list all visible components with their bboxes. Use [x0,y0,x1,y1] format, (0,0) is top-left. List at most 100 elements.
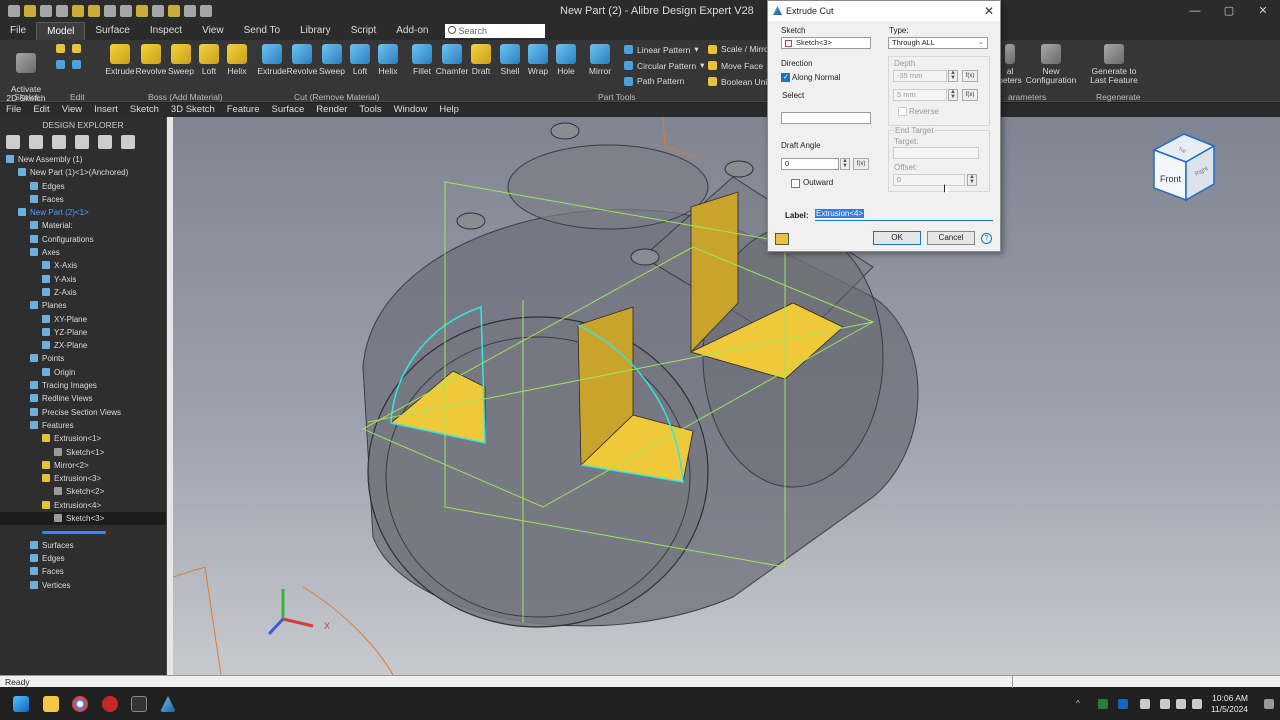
redo-icon[interactable] [56,5,68,17]
tab-send-to[interactable]: Send To [234,22,291,40]
tree-node[interactable]: Edges [0,552,166,565]
menu-file[interactable]: File [0,103,27,117]
3d-viewport[interactable]: X [173,117,1280,675]
tree-node[interactable]: Points [0,352,166,365]
depth2-spinner[interactable]: ▲ ▼ [948,89,958,101]
menu-render[interactable]: Render [310,103,353,117]
print-icon[interactable] [104,5,116,17]
depth-input[interactable]: -35 mm [893,70,947,82]
new-configuration-button[interactable]: New Configuration [1020,44,1082,85]
draft-angle-input[interactable]: 0 [781,158,839,170]
measure-icon[interactable] [120,5,132,17]
depth2-fx-button[interactable]: f(x) [962,89,978,101]
tab-model[interactable]: Model [36,21,86,41]
tree-node[interactable]: Axes [0,246,166,259]
view-cube[interactable]: Front Right Top [1148,130,1220,202]
cancel-button[interactable]: Cancel [927,231,975,245]
tree-node[interactable]: Redline Views [0,392,166,405]
tree-node[interactable]: Sketch<1> [0,446,166,459]
open-icon[interactable] [72,5,84,17]
model-view[interactable]: X [173,117,1280,675]
tree-node[interactable]: Edges [0,180,166,193]
tree-node[interactable]: YZ-Plane [0,326,166,339]
menu-help[interactable]: Help [433,103,465,117]
new-icon[interactable] [88,5,100,17]
menu-3d-sketch[interactable]: 3D Sketch [165,103,221,117]
menu-insert[interactable]: Insert [88,103,124,117]
direction-select-field[interactable] [781,112,871,124]
alibre-taskbar-icon[interactable] [160,696,176,712]
path-pattern-button[interactable]: Path Pattern [624,76,684,86]
draft-angle-fx-button[interactable]: f(x) [853,158,869,170]
undo-icon[interactable] [40,5,52,17]
hole-button[interactable]: Hole [548,44,584,76]
tab-view[interactable]: View [192,22,234,40]
view-cube-front[interactable]: Front [1160,174,1182,184]
tree-node[interactable]: Faces [0,193,166,206]
target-field[interactable] [893,147,979,159]
rollback-bar[interactable] [0,525,166,538]
bluetooth-icon[interactable] [1118,699,1128,709]
minimize-button[interactable]: — [1178,0,1212,22]
wifi-icon[interactable] [1160,699,1170,709]
layer-icon[interactable] [168,5,180,17]
help-icon[interactable]: ? [981,233,992,244]
move-face-button[interactable]: Move Face ▾ [708,60,771,71]
menu-edit[interactable]: Edit [27,103,55,117]
tree-node[interactable]: Extrusion<1> [0,432,166,445]
tree-node[interactable]: Sketch<3> [0,512,166,526]
save-icon[interactable] [24,5,36,17]
tree-node[interactable]: Surfaces [0,539,166,552]
mirror-button[interactable]: Mirror [582,44,618,76]
delete-button[interactable] [72,60,81,69]
gear-icon[interactable] [121,135,135,149]
volume-icon[interactable] [1176,699,1186,709]
tree-node[interactable]: ZX-Plane [0,339,166,352]
find-icon[interactable] [200,5,212,17]
redo-button[interactable] [72,44,81,53]
parameters-button[interactable]: al neters [998,44,1022,85]
tree-node[interactable]: Configurations [0,233,166,246]
file-explorer-icon[interactable] [43,696,59,712]
camera-icon[interactable] [52,135,66,149]
tree-node[interactable]: Mirror<2> [0,459,166,472]
depth-fx-button[interactable]: f(x) [962,70,978,82]
tree-node[interactable]: Extrusion<3> [0,472,166,485]
tab-surface[interactable]: Surface [85,22,139,40]
tree-node[interactable]: Z-Axis [0,286,166,299]
battery-icon[interactable] [1192,699,1202,709]
undo-button[interactable] [56,44,65,53]
search-input[interactable]: Search [444,24,545,38]
sketch-field[interactable]: Sketch<3> [781,37,871,49]
microphone-icon[interactable] [1140,699,1150,709]
recorder-icon[interactable] [102,696,118,712]
tray-app-icon[interactable] [1098,699,1108,709]
circular-pattern-button[interactable]: Circular Pattern ▾ [624,60,704,71]
menu-window[interactable]: Window [388,103,434,117]
menu-view[interactable]: View [56,103,88,117]
depth2-input[interactable]: 5 mm [893,89,947,101]
boss-helix-button[interactable]: Helix [219,44,255,76]
rollback-marker[interactable] [42,530,106,534]
tree-node[interactable]: New Part (1)<1>(Anchored) [0,166,166,179]
tree-node[interactable]: Precise Section Views [0,406,166,419]
tray-overflow-icon[interactable]: ^ [1076,699,1086,709]
tree-node[interactable]: Planes [0,299,166,312]
tree-node[interactable]: Y-Axis [0,273,166,286]
maximize-button[interactable]: ▢ [1212,0,1246,22]
terminal-icon[interactable] [131,696,147,712]
tree-node[interactable]: Sketch<2> [0,485,166,498]
tree-node[interactable]: XY-Plane [0,313,166,326]
tab-script[interactable]: Script [341,22,387,40]
tab-inspect[interactable]: Inspect [140,22,192,40]
tool-icon[interactable] [184,5,196,17]
generate-to-last-feature-button[interactable]: Generate to Last Feature [1090,44,1138,85]
type-select[interactable]: Through ALL ⌄ [888,37,988,49]
tab-file[interactable]: File [0,22,36,40]
tree-node[interactable]: Origin [0,366,166,379]
tree-node[interactable]: Material: [0,219,166,232]
draft-angle-spinner[interactable]: ▲ ▼ [840,158,850,170]
reverse-checkbox[interactable] [898,107,907,116]
linear-pattern-button[interactable]: Linear Pattern ▾ [624,44,699,55]
notifications-icon[interactable] [1264,699,1274,709]
